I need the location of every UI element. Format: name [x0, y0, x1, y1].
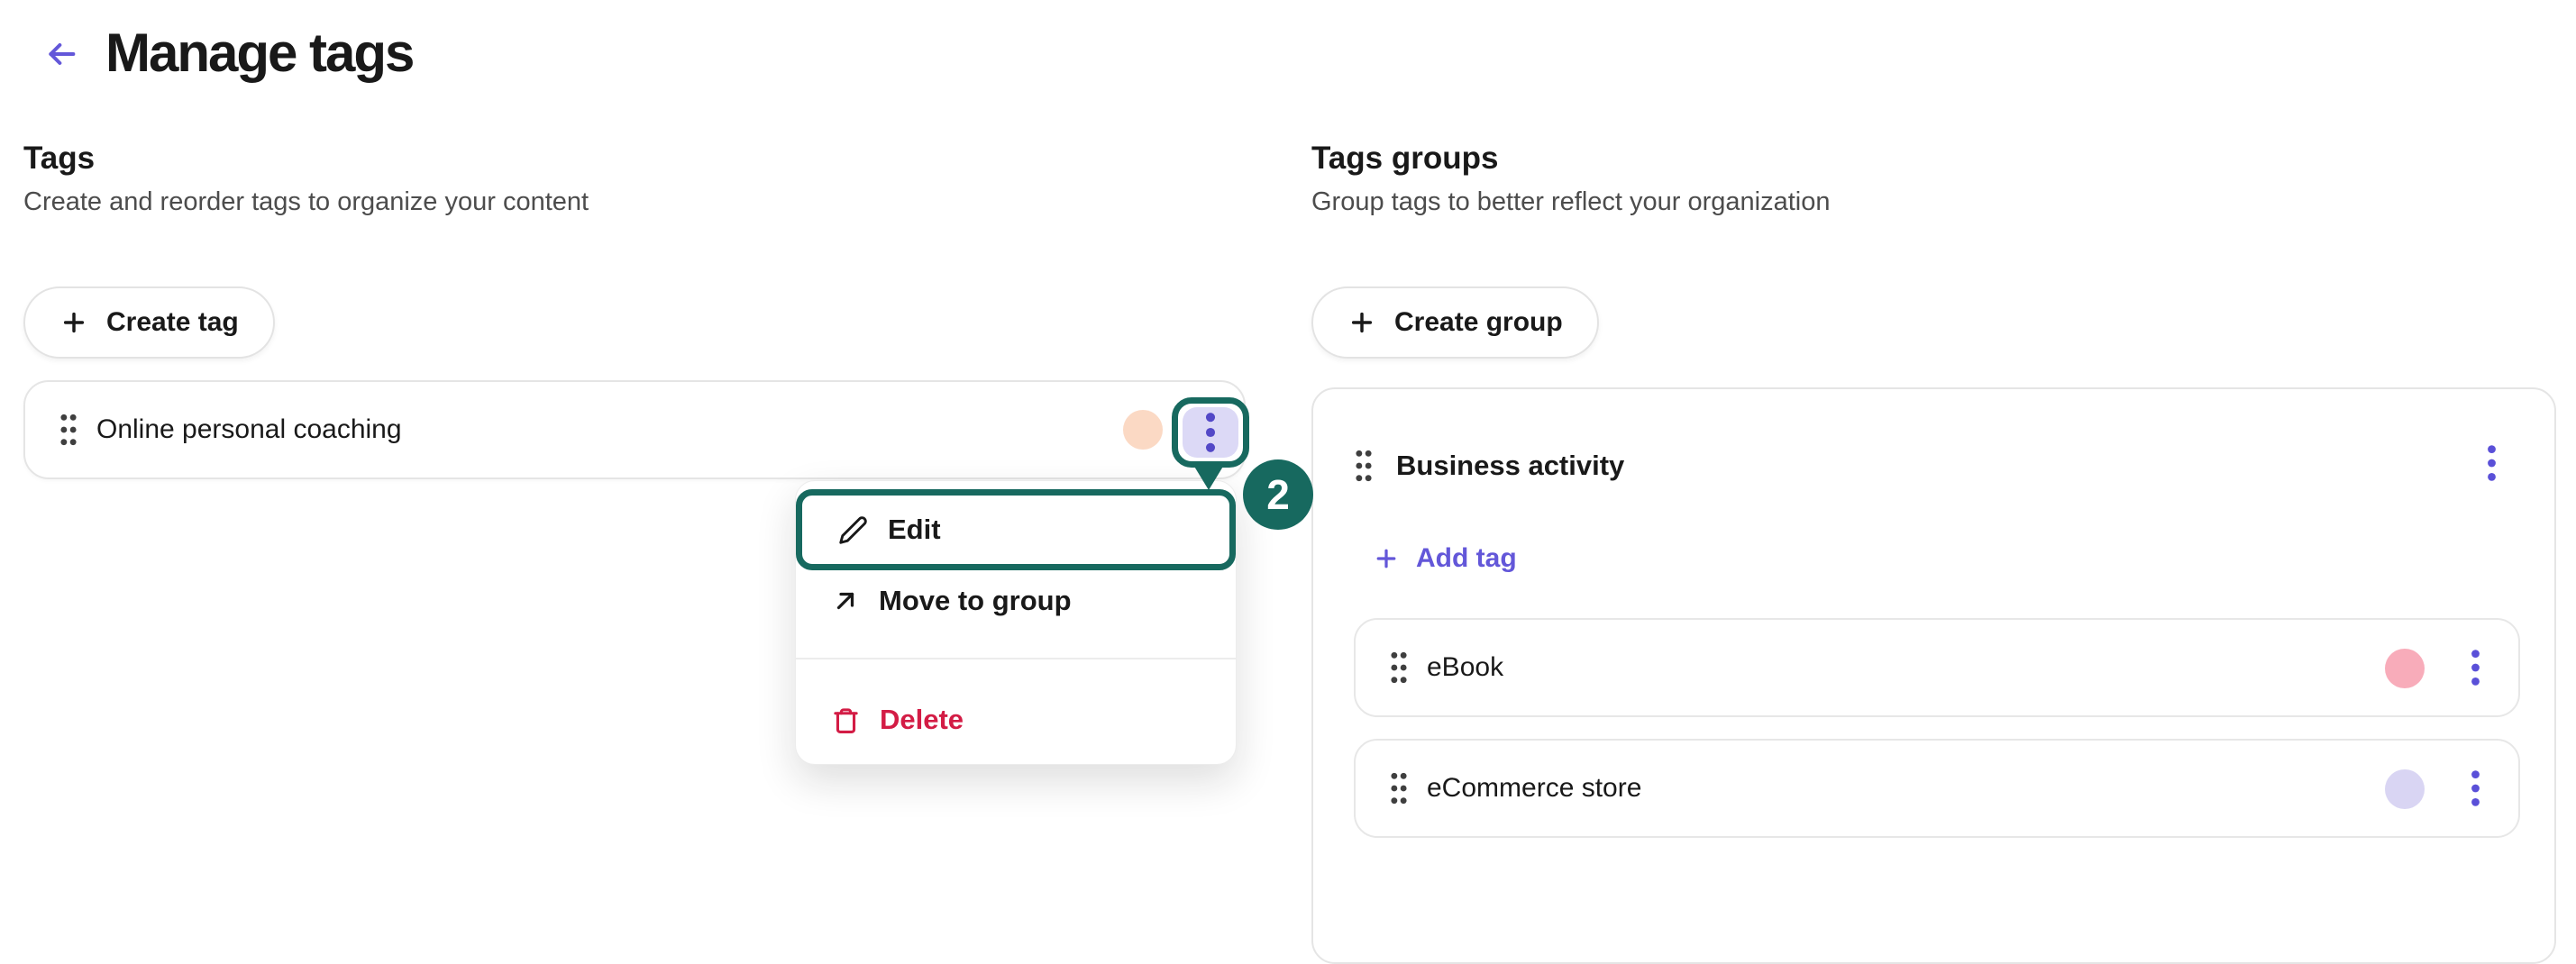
menu-item-edit[interactable]: Edit [796, 489, 1236, 570]
plus-icon [1347, 308, 1376, 337]
trash-icon [832, 706, 860, 734]
kebab-icon [2471, 648, 2480, 687]
create-group-label: Create group [1394, 307, 1563, 338]
group-header: Business activity [1353, 439, 1624, 493]
back-button[interactable] [40, 32, 83, 76]
tags-description: Create and reorder tags to organize your… [23, 186, 589, 220]
create-tag-label: Create tag [106, 307, 239, 338]
page-title: Manage tags [105, 22, 413, 84]
tag-color-dot [2385, 649, 2425, 688]
plus-icon [1373, 545, 1400, 572]
kebab-icon [2487, 443, 2497, 483]
menu-divider [796, 658, 1236, 659]
tag-row: Online personal coaching [23, 380, 1246, 479]
tag-group-card: Business activity Add tag eBook eCommerc… [1311, 387, 2556, 964]
tag-options-button[interactable] [1183, 407, 1238, 458]
pencil-icon [838, 515, 868, 545]
menu-item-delete-label: Delete [880, 704, 964, 736]
menu-item-edit-label: Edit [888, 514, 941, 546]
drag-handle-icon[interactable] [58, 382, 79, 477]
tags-groups-description: Group tags to better reflect your organi… [1311, 186, 1830, 220]
drag-handle-icon[interactable] [1388, 741, 1410, 836]
menu-item-move-label: Move to group [879, 585, 1072, 617]
annotation-step-badge: 2 [1243, 459, 1313, 530]
back-arrow-icon [43, 36, 79, 72]
tag-options-button[interactable] [2453, 620, 2497, 715]
drag-handle-icon[interactable] [1388, 620, 1410, 715]
annotation-arrow [1193, 465, 1224, 490]
drag-handle-icon[interactable] [1353, 448, 1375, 484]
tag-options-button[interactable] [2453, 741, 2497, 836]
kebab-icon [2471, 768, 2480, 808]
group-name: Business activity [1396, 450, 1624, 482]
tag-name: eBook [1427, 620, 1503, 715]
menu-item-move-to-group[interactable]: Move to group [796, 569, 1236, 632]
tag-color-dot [2385, 769, 2425, 809]
add-tag-button[interactable]: Add tag [1373, 535, 1517, 582]
plus-icon [59, 308, 88, 337]
annotation-highlight-ring [1172, 397, 1249, 468]
group-tag-row: eCommerce store [1354, 739, 2520, 838]
add-tag-label: Add tag [1416, 543, 1517, 574]
kebab-icon [1205, 412, 1216, 453]
menu-item-delete[interactable]: Delete [796, 688, 1236, 751]
tag-context-menu: Edit Move to group Delete [795, 480, 1237, 765]
arrow-up-right-icon [832, 587, 859, 614]
create-tag-button[interactable]: Create tag [23, 286, 275, 359]
create-group-button[interactable]: Create group [1311, 286, 1599, 359]
group-options-button[interactable] [2470, 434, 2513, 492]
tag-name: Online personal coaching [96, 382, 402, 477]
tag-color-dot [1123, 410, 1163, 450]
tag-name: eCommerce store [1427, 741, 1641, 836]
group-tag-row: eBook [1354, 618, 2520, 717]
tags-heading: Tags [23, 141, 95, 177]
tags-groups-heading: Tags groups [1311, 141, 1498, 177]
